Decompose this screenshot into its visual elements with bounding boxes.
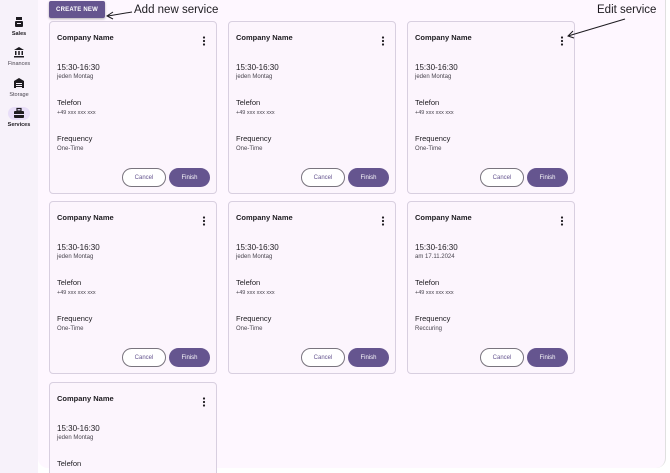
cancel-button[interactable]: Cancel (480, 168, 524, 187)
service-day: jeden Montag (415, 74, 452, 80)
arrow-icon (567, 18, 626, 39)
finish-button[interactable]: Finish (527, 348, 568, 367)
service-day: jeden Montag (236, 74, 273, 80)
sidebar-item-label: Storage (9, 92, 29, 98)
telefon-label: Telefon (57, 98, 82, 107)
cancel-button[interactable]: Cancel (301, 168, 345, 187)
service-card: Company Name 15:30-16:30 jeden Montag Telef… (49, 21, 217, 194)
more-vert-icon[interactable] (381, 213, 385, 226)
company-name: Company Name (57, 394, 114, 403)
company-name: Company Name (57, 213, 114, 222)
service-day: am 17.11.2024 (415, 254, 455, 260)
sidebar-item-label: Sales (11, 31, 27, 37)
finish-button[interactable]: Finish (348, 348, 389, 367)
finish-button[interactable]: Finish (169, 168, 210, 187)
bank-icon (8, 46, 30, 59)
sidebar-item-label: Services (7, 122, 31, 128)
service-day: jeden Montag (236, 254, 273, 260)
telefon-value: +49 xxx xxx xxx (57, 290, 96, 296)
telefon-label: Telefon (236, 98, 261, 107)
sales-icon (8, 16, 30, 29)
frequency-value: One-Time (415, 146, 442, 152)
service-card: Company Name 15:30-16:30 jeden Montag Telef… (49, 382, 217, 473)
more-vert-icon[interactable] (381, 33, 385, 46)
service-time: 15:30-16:30 (236, 63, 279, 72)
frequency-label: Frequency (415, 314, 451, 323)
service-day: jeden Montag (57, 435, 94, 441)
telefon-value: +49 xxx xxx xxx (415, 290, 454, 296)
service-time: 15:30-16:30 (415, 243, 458, 252)
telefon-value: +49 xxx xxx xxx (57, 110, 96, 116)
arrow-icon (106, 11, 133, 20)
frequency-label: Frequency (236, 134, 272, 143)
company-name: Company Name (236, 213, 293, 222)
frequency-value: One-Time (57, 146, 84, 152)
telefon-value: +49 xxx xxx xxx (236, 290, 275, 296)
sidebar-item-label: Finances (7, 61, 31, 67)
sidebar-item-sales[interactable]: Sales (0, 16, 38, 37)
frequency-value: One-Time (236, 326, 263, 332)
frequency-value: Reccuring (415, 326, 443, 332)
more-vert-icon[interactable] (202, 213, 206, 226)
service-card: Company Name 15:30-16:30 am 17.11.2024 Tele… (407, 201, 575, 374)
warehouse-icon (8, 77, 30, 90)
telefon-label: Telefon (57, 459, 82, 468)
frequency-label: Frequency (57, 134, 93, 143)
telefon-value: +49 xxx xxx xxx (236, 110, 275, 116)
more-vert-icon[interactable] (202, 33, 206, 46)
telefon-label: Telefon (236, 278, 261, 287)
annotation-add-new: Add new service (134, 4, 219, 16)
sidebar-item-services[interactable]: Services (0, 107, 38, 128)
sidebar-item-storage[interactable]: Storage (0, 77, 38, 98)
frequency-value: One-Time (236, 146, 263, 152)
service-card: Company Name 15:30-16:30 jeden Montag Telef… (228, 201, 396, 374)
company-name: Company Name (415, 33, 472, 42)
finish-button[interactable]: Finish (348, 168, 389, 187)
company-name: Company Name (236, 33, 293, 42)
frequency-label: Frequency (57, 314, 93, 323)
frequency-label: Frequency (236, 314, 272, 323)
cancel-button[interactable]: Cancel (122, 168, 166, 187)
service-card: Company Name 15:30-16:30 jeden Montag Telef… (49, 201, 217, 374)
service-time: 15:30-16:30 (57, 63, 100, 72)
telefon-label: Telefon (415, 278, 440, 287)
cancel-button[interactable]: Cancel (301, 348, 345, 367)
cancel-button[interactable]: Cancel (122, 348, 166, 367)
service-day: jeden Montag (57, 74, 94, 80)
telefon-label: Telefon (415, 98, 440, 107)
toolbox-icon (8, 107, 30, 120)
telefon-value: +49 xxx xxx xxx (415, 110, 454, 116)
sidebar-item-finances[interactable]: Finances (0, 46, 38, 67)
service-time: 15:30-16:30 (415, 63, 458, 72)
service-day: jeden Montag (57, 254, 94, 260)
company-name: Company Name (415, 213, 472, 222)
service-time: 15:30-16:30 (57, 424, 100, 433)
more-vert-icon[interactable] (560, 33, 564, 46)
cancel-button[interactable]: Cancel (480, 348, 524, 367)
more-vert-icon[interactable] (202, 394, 206, 407)
service-card: Company Name 15:30-16:30 jeden Montag Telef… (228, 21, 396, 194)
create-new-button[interactable]: CREATE NEW (49, 1, 105, 18)
sidebar: Sales Finances Storage Services (0, 0, 38, 473)
more-vert-icon[interactable] (560, 213, 564, 226)
company-name: Company Name (57, 33, 114, 42)
service-time: 15:30-16:30 (57, 243, 100, 252)
service-card: Company Name 15:30-16:30 jeden Montag Telef… (407, 21, 575, 194)
service-time: 15:30-16:30 (236, 243, 279, 252)
finish-button[interactable]: Finish (527, 168, 568, 187)
frequency-label: Frequency (415, 134, 451, 143)
telefon-label: Telefon (57, 278, 82, 287)
frequency-value: One-Time (57, 326, 84, 332)
finish-button[interactable]: Finish (169, 348, 210, 367)
annotation-edit: Edit service (597, 4, 657, 16)
